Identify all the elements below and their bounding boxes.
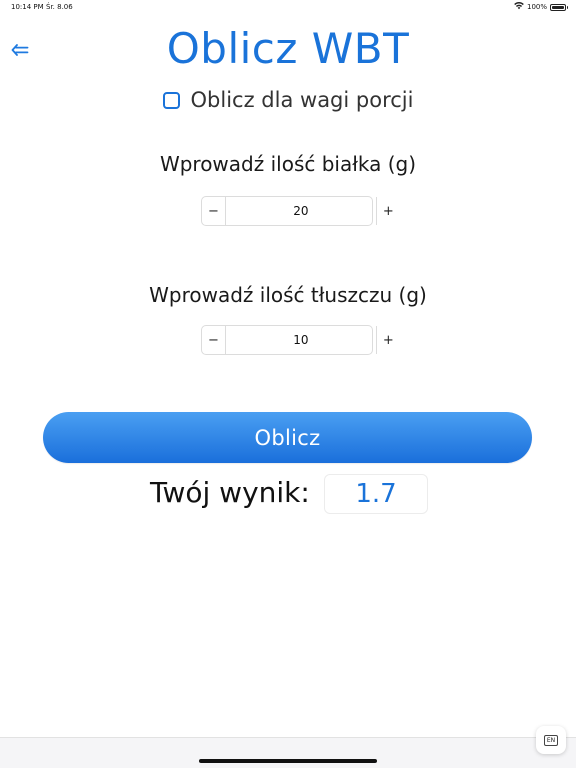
portion-checkbox-label[interactable]: Oblicz dla wagi porcji — [191, 88, 414, 112]
status-date: Śr. 8.06 — [46, 3, 73, 11]
page-title: Oblicz WBT — [166, 24, 410, 73]
fat-stepper: − + — [201, 325, 394, 355]
protein-increment-button[interactable]: + — [377, 197, 400, 225]
protein-decrement-button[interactable]: − — [202, 197, 225, 225]
protein-label: Wprowadź ilość białka (g) — [159, 152, 417, 176]
battery-percent: 100% — [526, 3, 547, 11]
battery-icon — [550, 3, 568, 11]
fat-label: Wprowadź ilość tłuszczu (g) — [149, 283, 427, 307]
result-value: 1.7 — [324, 474, 428, 514]
battery-fill — [552, 5, 564, 9]
bottom-bar — [0, 737, 576, 768]
protein-stepper: − + — [201, 196, 394, 226]
protein-input[interactable] — [224, 197, 377, 225]
fat-increment-button[interactable]: + — [377, 326, 400, 354]
result-label: Twój wynik: — [150, 476, 310, 509]
status-bar: 10:14 PM Śr. 8.06 100% — [0, 0, 576, 14]
portion-checkbox-row[interactable]: Oblicz dla wagi porcji — [0, 88, 576, 112]
status-time: 10:14 PM — [11, 3, 44, 11]
fat-decrement-button[interactable]: − — [202, 326, 225, 354]
fat-input[interactable] — [224, 326, 377, 354]
portion-checkbox[interactable] — [162, 91, 180, 109]
calculate-button[interactable]: Oblicz — [43, 412, 532, 463]
keyboard-language-button[interactable]: EN — [536, 726, 566, 754]
wifi-icon — [514, 2, 524, 12]
result-row: Twój wynik: 1.7 — [0, 474, 576, 514]
status-indicators: 100% — [514, 2, 568, 12]
keyboard-language-icon: EN — [543, 734, 559, 746]
home-indicator[interactable] — [199, 759, 377, 763]
